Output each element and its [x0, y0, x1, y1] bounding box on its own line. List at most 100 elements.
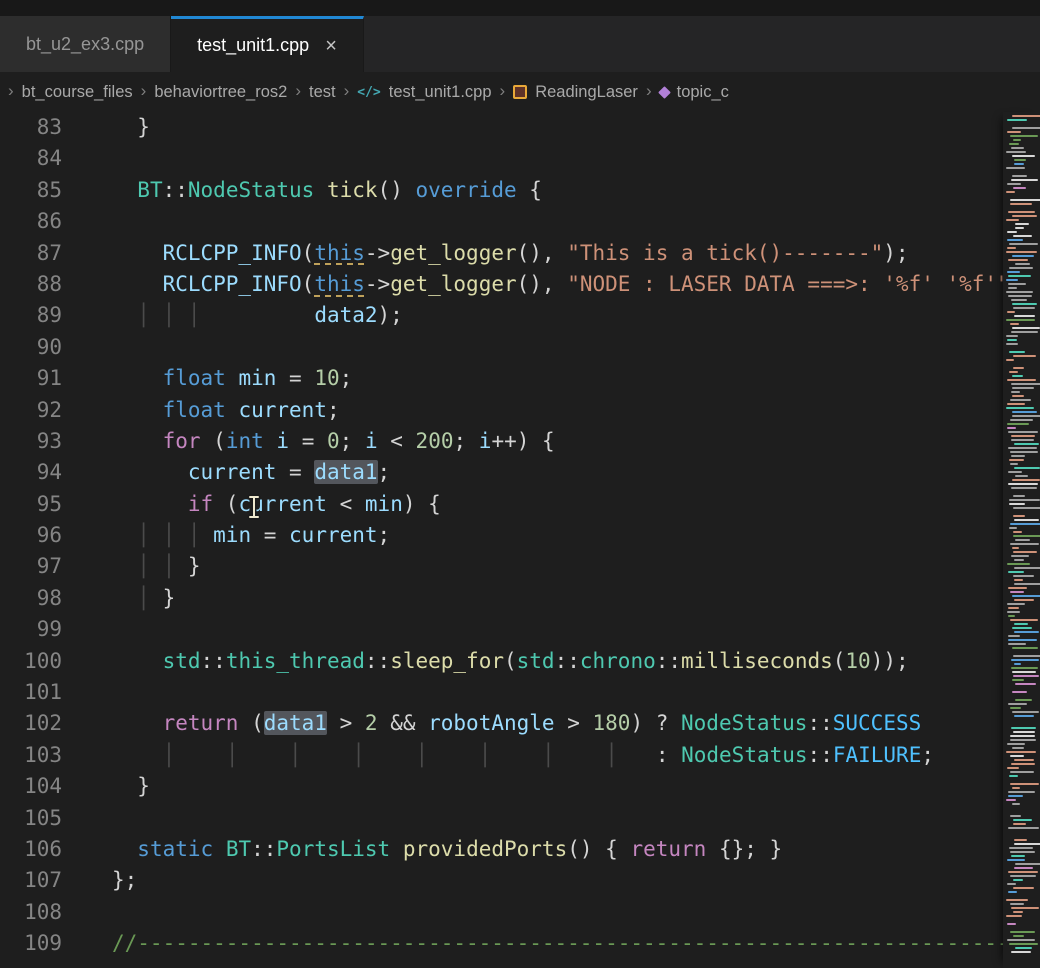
title-bar — [0, 0, 1040, 16]
tab-test-unit1[interactable]: test_unit1.cpp × — [171, 16, 364, 72]
breadcrumb-item[interactable]: behaviortree_ros2 — [154, 83, 287, 102]
code-token: BT — [226, 837, 251, 861]
code-line[interactable]: 86 — [0, 206, 1003, 237]
minimap-line — [1012, 175, 1027, 177]
code-token — [112, 649, 163, 673]
code-token: :: — [555, 649, 580, 673]
code-token: ++) { — [491, 429, 554, 453]
code-token: sleep_for — [390, 649, 504, 673]
minimap-line — [1009, 775, 1018, 777]
minimap-line — [1008, 639, 1038, 641]
minimap-line — [1008, 295, 1032, 297]
code-line[interactable]: 108 — [0, 897, 1003, 928]
code-token: //--------------------------------------… — [112, 931, 1003, 955]
code-token: = — [251, 523, 289, 547]
close-icon[interactable]: × — [325, 36, 337, 56]
code-line[interactable]: 88 RCLCPP_INFO(this->get_logger(), "NODE… — [0, 269, 1003, 300]
code-line[interactable]: 89 │ │ │ data2); — [0, 300, 1003, 331]
code-token: BT — [137, 178, 162, 202]
minimap-line — [1010, 875, 1036, 877]
minimap-line — [1003, 719, 1040, 721]
minimap-line — [1011, 391, 1020, 393]
code-line[interactable]: 102 return (data1 > 2 && robotAngle > 18… — [0, 708, 1003, 739]
minimap-line — [1007, 379, 1036, 381]
minimap-line — [1010, 735, 1035, 737]
code-line[interactable]: 105 — [0, 803, 1003, 834]
code-token: ( — [302, 272, 315, 296]
code-line[interactable]: 90 — [0, 332, 1003, 363]
minimap-line — [1014, 631, 1040, 633]
code-token: NodeStatus — [188, 178, 314, 202]
minimap-line — [1008, 891, 1017, 893]
code-line[interactable]: 83 } — [0, 112, 1003, 143]
code-line[interactable]: 107}; — [0, 865, 1003, 896]
minimap-line — [1015, 863, 1040, 865]
code-line[interactable]: 93 for (int i = 0; i < 200; i++) { — [0, 426, 1003, 457]
editor[interactable]: 83 }8485 BT::NodeStatus tick() override … — [0, 112, 1040, 968]
code-text: float current; — [112, 395, 340, 426]
minimap-line — [1014, 839, 1027, 841]
minimap-line — [1013, 535, 1040, 537]
code-token: } — [112, 115, 150, 139]
minimap-line — [1014, 567, 1040, 569]
code-line[interactable]: 100 std::this_thread::sleep_for(std::chr… — [0, 646, 1003, 677]
breadcrumb-item[interactable]: ReadingLaser — [535, 83, 638, 102]
code-token: │ — [226, 743, 239, 767]
line-number: 87 — [0, 238, 62, 269]
line-number: 92 — [0, 395, 62, 426]
code-token: = — [276, 366, 314, 390]
minimap-line — [1010, 739, 1035, 741]
code-line[interactable]: 92 float current; — [0, 395, 1003, 426]
minimap-line — [1008, 643, 1026, 645]
minimap-line — [1008, 447, 1038, 449]
minimap-line — [1006, 915, 1022, 917]
minimap[interactable] — [1003, 112, 1040, 968]
minimap-line — [1008, 615, 1015, 617]
code-line[interactable]: 87 RCLCPP_INFO(this->get_logger(), "This… — [0, 238, 1003, 269]
code-line[interactable]: 99 — [0, 614, 1003, 645]
breadcrumb-item[interactable]: bt_course_files — [22, 83, 133, 102]
breadcrumb-item[interactable]: topic_c — [677, 83, 729, 102]
code-line[interactable]: 98 │ } — [0, 583, 1003, 614]
breadcrumb-item[interactable]: test_unit1.cpp — [389, 83, 492, 102]
code-line[interactable]: 91 float min = 10; — [0, 363, 1003, 394]
code-line[interactable]: 96 │ │ │ min = current; — [0, 520, 1003, 551]
minimap-line — [1007, 427, 1015, 429]
minimap-line — [1009, 459, 1025, 461]
code-text: }; — [112, 865, 137, 896]
code-text: for (int i = 0; i < 200; i++) { — [112, 426, 555, 457]
code-token: this — [314, 241, 365, 265]
tab-bt-u2-ex3[interactable]: bt_u2_ex3.cpp — [0, 16, 171, 72]
code-line[interactable]: 109//-----------------------------------… — [0, 928, 1003, 959]
code-line[interactable]: 95 if (current < min) { — [0, 489, 1003, 520]
line-number: 86 — [0, 206, 62, 237]
minimap-line — [1008, 791, 1035, 793]
code-token: get_logger — [390, 272, 516, 296]
code-token — [365, 743, 416, 767]
minimap-line — [1012, 547, 1020, 549]
code-token: {}; } — [706, 837, 782, 861]
code-token — [112, 241, 163, 265]
code-line[interactable]: 85 BT::NodeStatus tick() override { — [0, 175, 1003, 206]
line-number: 96 — [0, 520, 62, 551]
minimap-line — [1003, 807, 1040, 809]
code-line[interactable]: 101 — [0, 677, 1003, 708]
code-line[interactable]: 84 — [0, 143, 1003, 174]
code-line[interactable]: 103 │ │ │ │ │ │ │ │ : NodeStatus::FAILUR… — [0, 740, 1003, 771]
code-line[interactable]: 104 } — [0, 771, 1003, 802]
minimap-line — [1010, 903, 1024, 905]
code-line[interactable]: 97 │ │ } — [0, 551, 1003, 582]
minimap-line — [1013, 307, 1035, 309]
code-token: get_logger — [390, 241, 516, 265]
code-token — [112, 523, 137, 547]
code-token: ( — [833, 649, 846, 673]
code-token — [618, 743, 656, 767]
minimap-line — [1012, 479, 1040, 481]
breadcrumb-item[interactable]: test — [309, 83, 336, 102]
code-token: RCLCPP_INFO — [163, 241, 302, 265]
code-token: milliseconds — [681, 649, 833, 673]
code-line[interactable]: 106 static BT::PortsList providedPorts()… — [0, 834, 1003, 865]
code-line[interactable]: 94 current = data1; — [0, 457, 1003, 488]
minimap-line — [1012, 415, 1040, 417]
minimap-line — [1014, 623, 1028, 625]
